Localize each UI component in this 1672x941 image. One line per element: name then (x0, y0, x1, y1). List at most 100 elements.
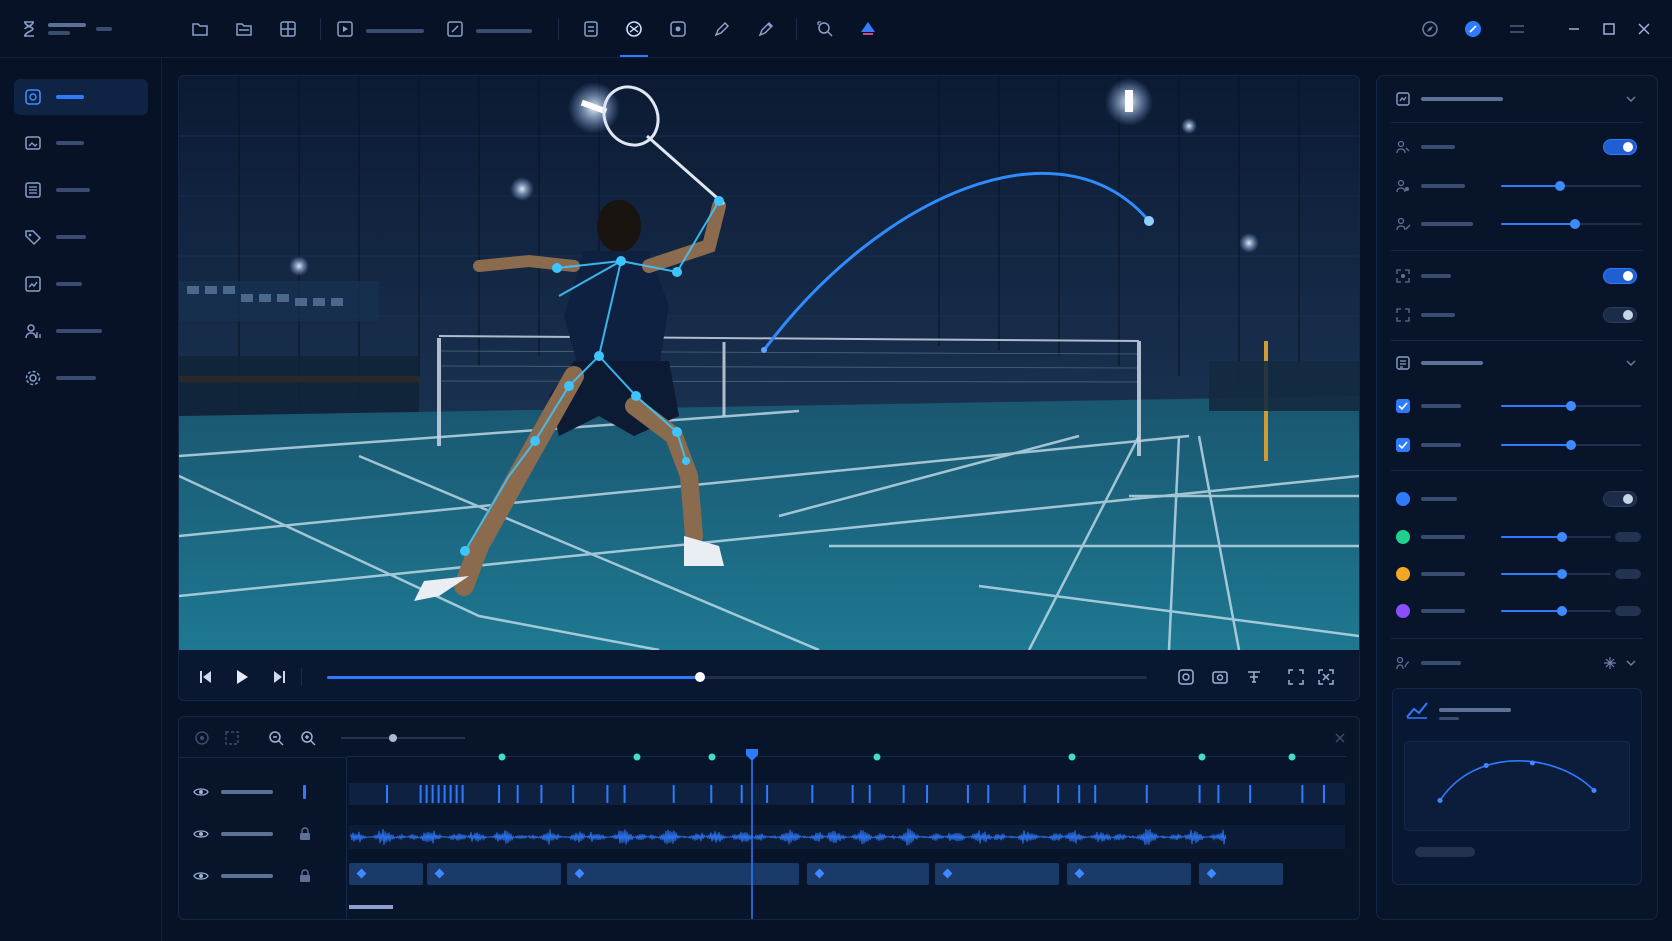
sidebar-item-athletes[interactable] (14, 313, 148, 349)
keyframe-layer[interactable] (347, 745, 1347, 919)
track-header-clips[interactable] (179, 861, 346, 891)
section-layers-header[interactable] (1377, 348, 1657, 378)
skip-back-icon[interactable] (195, 666, 217, 688)
tracking-toggle[interactable] (1603, 268, 1637, 284)
sidebar-item-list[interactable] (14, 172, 148, 208)
left-sidebar (0, 58, 162, 941)
color-layer-slider[interactable] (1501, 569, 1611, 579)
chevron-down-icon[interactable] (1625, 657, 1637, 669)
setting-row-tracking[interactable] (1377, 261, 1657, 291)
eye-icon[interactable] (193, 869, 209, 883)
video-frame[interactable] (179, 76, 1359, 650)
layer-opacity-slider[interactable] (1501, 401, 1641, 411)
line-width-slider[interactable] (1501, 219, 1641, 229)
bounding-box-toggle[interactable] (1603, 307, 1637, 323)
eye-icon[interactable] (193, 827, 209, 841)
track-header-divider (179, 757, 347, 758)
help-icon[interactable] (1462, 18, 1484, 40)
sidebar-item-media[interactable] (14, 125, 148, 161)
track-header-events[interactable] (179, 777, 346, 807)
camera-settings-icon[interactable] (1209, 666, 1231, 688)
pen-alt-icon[interactable] (755, 18, 777, 40)
color-layer-toggle[interactable] (1603, 491, 1637, 507)
sidebar-item-dashboard[interactable] (14, 79, 148, 115)
fullscreen-icon[interactable] (1315, 666, 1337, 688)
color-layer-row-3[interactable] (1377, 559, 1657, 589)
timeline-zoom-thumb[interactable] (389, 734, 398, 742)
play-icon[interactable] (231, 666, 253, 688)
trajectory-preview-chart[interactable] (1404, 741, 1630, 831)
playback-scrubber[interactable] (695, 672, 706, 682)
trajectory-point (1437, 798, 1443, 803)
keyframe-marker (708, 753, 716, 761)
color-layer-row-1[interactable] (1377, 484, 1657, 514)
chevron-down-icon[interactable] (1625, 357, 1637, 369)
color-swatch[interactable] (1396, 604, 1410, 618)
setting-row-skeleton[interactable] (1377, 132, 1657, 162)
layer-opacity-slider[interactable] (1501, 440, 1641, 450)
settings-icon (25, 370, 41, 386)
target-box-icon[interactable] (667, 18, 689, 40)
checklist-icon[interactable] (580, 18, 602, 40)
section-overlay-header[interactable] (1377, 84, 1657, 114)
sidebar-item-tags[interactable] (14, 219, 148, 255)
layer-row-1[interactable] (1377, 391, 1657, 421)
skeleton-toggle[interactable] (1603, 139, 1637, 155)
overlay-section-icon (1396, 92, 1410, 106)
sparkle-icon[interactable] (1603, 656, 1617, 670)
timeline-crop-icon[interactable] (221, 727, 243, 749)
color-layer-slider[interactable] (1501, 532, 1611, 542)
zoom-in-icon[interactable] (297, 727, 319, 749)
color-layer-row-4[interactable] (1377, 596, 1657, 626)
section-trajectory-header[interactable] (1377, 648, 1657, 678)
snapshot-icon[interactable] (1175, 666, 1197, 688)
eye-icon[interactable] (193, 785, 209, 799)
file-icon[interactable] (189, 18, 211, 40)
layer-checkbox[interactable] (1396, 438, 1410, 452)
top-toolbar (0, 0, 1672, 58)
lock-icon[interactable] (299, 869, 311, 883)
keyframe-marker (1198, 753, 1206, 761)
chart-icon (25, 276, 41, 292)
menu-icon[interactable] (1506, 18, 1528, 40)
setting-row-bounding-box[interactable] (1377, 300, 1657, 330)
close-icon[interactable] (1633, 18, 1655, 40)
layer-checkbox[interactable] (1396, 399, 1410, 413)
maximize-icon[interactable] (1598, 18, 1620, 40)
color-swatch[interactable] (1396, 567, 1410, 581)
setting-row-line-width[interactable] (1377, 209, 1657, 239)
minimize-icon[interactable] (1563, 18, 1585, 40)
track-header-audio[interactable] (179, 819, 346, 849)
layer-row-2[interactable] (1377, 430, 1657, 460)
compass-icon[interactable] (1419, 18, 1441, 40)
color-swatch[interactable] (1396, 492, 1410, 506)
setting-row-joint-size[interactable] (1377, 171, 1657, 201)
folder-open-icon[interactable] (233, 18, 255, 40)
timeline-zoom-slider[interactable] (341, 734, 465, 742)
edit-box-icon[interactable] (444, 18, 466, 40)
playback-progress-bar[interactable] (327, 672, 1147, 682)
color-layer-slider[interactable] (1501, 606, 1611, 616)
skip-forward-icon[interactable] (268, 666, 290, 688)
lock-icon[interactable] (299, 827, 311, 841)
trajectory-action-button[interactable] (1415, 847, 1475, 857)
fit-icon[interactable] (1285, 666, 1307, 688)
skeleton-icon (1396, 140, 1410, 154)
color-swatch[interactable] (1396, 530, 1410, 544)
video-panel (178, 75, 1360, 701)
sidebar-item-analytics[interactable] (14, 266, 148, 302)
joint-size-slider[interactable] (1501, 181, 1641, 191)
zoom-search-icon[interactable] (814, 18, 836, 40)
play-box-icon[interactable] (334, 18, 356, 40)
pen-icon[interactable] (711, 18, 733, 40)
color-layer-row-2[interactable] (1377, 522, 1657, 552)
sidebar-item-settings[interactable] (14, 360, 148, 396)
chevron-down-icon[interactable] (1625, 93, 1637, 105)
zoom-out-icon[interactable] (265, 727, 287, 749)
layout-icon[interactable] (277, 18, 299, 40)
pose-detection-icon[interactable] (623, 18, 645, 40)
dashboard-icon (25, 89, 41, 105)
shuttle-icon[interactable] (857, 18, 879, 40)
adjust-icon[interactable] (1243, 666, 1265, 688)
timeline-target-icon[interactable] (191, 727, 213, 749)
